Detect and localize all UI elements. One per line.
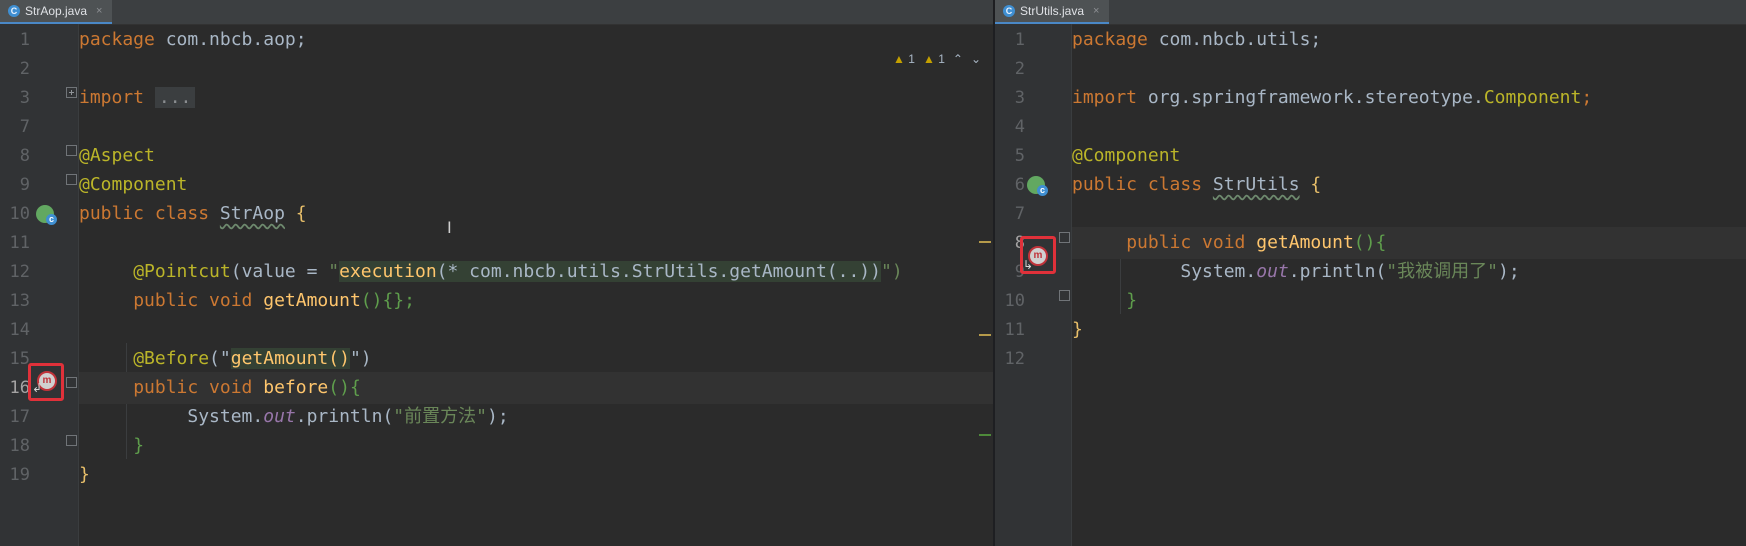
left-editor-pane: C StrAop.java × 1 2 3 7 8 9 10 11 12 13 … bbox=[0, 0, 993, 546]
line-number: 1 bbox=[19, 30, 30, 50]
code-line-current: public void before(){ bbox=[79, 372, 993, 404]
code-line: } bbox=[79, 464, 90, 485]
tab-straop-java[interactable]: C StrAop.java × bbox=[0, 0, 113, 24]
right-tab-bar: C StrUtils.java × bbox=[995, 0, 1746, 25]
line-number: 6 bbox=[1014, 175, 1025, 195]
line-number: 8 bbox=[19, 146, 30, 166]
line-number: 17 bbox=[9, 407, 30, 427]
left-code-editor[interactable]: ▲ 1 ▲ 1 ⌃ ⌄ package com.nbcb.aop; import… bbox=[79, 24, 993, 546]
code-line: System.out.println("我被调用了"); bbox=[1180, 261, 1520, 282]
line-number: 10 bbox=[9, 204, 30, 224]
code-line: System.out.println("前置方法"); bbox=[187, 406, 509, 427]
code-line: @Pointcut(value = "execution(* com.nbcb.… bbox=[133, 261, 903, 282]
code-line: public class StrAop { bbox=[79, 203, 307, 224]
navigate-arrow-icon: ↲ bbox=[32, 381, 43, 395]
fold-icon[interactable] bbox=[66, 377, 77, 388]
line-number: 18 bbox=[9, 436, 30, 456]
line-number: 5 bbox=[1014, 146, 1025, 166]
line-number: 10 bbox=[1004, 291, 1025, 311]
close-tab-icon[interactable]: × bbox=[96, 5, 102, 17]
code-line: } bbox=[1126, 290, 1138, 311]
line-number: 3 bbox=[1014, 88, 1025, 108]
scroll-mark[interactable] bbox=[979, 241, 991, 243]
spring-bean-icon[interactable] bbox=[36, 205, 57, 225]
line-number: 12 bbox=[1004, 349, 1025, 369]
close-tab-icon[interactable]: × bbox=[1093, 5, 1099, 17]
line-number: 19 bbox=[9, 465, 30, 485]
class-file-icon: C bbox=[1003, 5, 1015, 17]
line-number: 14 bbox=[9, 320, 30, 340]
right-gutter: 1 2 3 4 5 6 7 8 9 10 11 12 m ↳ bbox=[995, 24, 1072, 546]
left-tab-bar: C StrAop.java × bbox=[0, 0, 993, 25]
scroll-mark[interactable] bbox=[979, 434, 991, 436]
line-number: 4 bbox=[1014, 117, 1025, 137]
class-file-icon: C bbox=[8, 5, 20, 17]
navigate-arrow-icon: ↳ bbox=[1023, 258, 1034, 272]
line-number: 13 bbox=[9, 291, 30, 311]
code-line-current: public void getAmount(){ bbox=[1072, 227, 1746, 259]
fold-icon[interactable] bbox=[1059, 232, 1070, 243]
folded-imports[interactable]: ... bbox=[154, 87, 196, 108]
right-editor-pane: C StrUtils.java × 1 2 3 4 5 6 7 8 9 10 1… bbox=[995, 0, 1746, 546]
line-number: 11 bbox=[1004, 320, 1025, 340]
line-number: 7 bbox=[1014, 204, 1025, 224]
tab-label: StrAop.java bbox=[25, 4, 88, 18]
code-line: @Before("getAmount()") bbox=[133, 348, 372, 369]
fold-icon[interactable] bbox=[66, 174, 77, 185]
text-cursor-icon: I bbox=[447, 218, 452, 237]
code-line: } bbox=[133, 435, 145, 456]
line-number: 2 bbox=[19, 59, 30, 79]
line-number: 12 bbox=[9, 262, 30, 282]
code-line: } bbox=[1072, 319, 1083, 340]
fold-icon[interactable] bbox=[66, 435, 77, 446]
code-line: public class StrUtils { bbox=[1072, 174, 1322, 195]
code-line: import ... bbox=[79, 82, 993, 114]
line-number: 2 bbox=[1014, 59, 1025, 79]
code-line: @Component bbox=[1072, 145, 1181, 166]
spring-bean-icon[interactable] bbox=[1027, 176, 1048, 196]
code-line: package com.nbcb.aop; bbox=[79, 29, 307, 50]
fold-icon[interactable] bbox=[66, 87, 77, 98]
line-number: 1 bbox=[1014, 30, 1025, 50]
line-number: 3 bbox=[19, 88, 30, 108]
tab-strutils-java[interactable]: C StrUtils.java × bbox=[995, 0, 1110, 24]
fold-icon[interactable] bbox=[1059, 290, 1070, 301]
right-code-editor[interactable]: package com.nbcb.utils; import org.sprin… bbox=[1072, 24, 1746, 546]
tab-label: StrUtils.java bbox=[1020, 4, 1085, 18]
line-number: 7 bbox=[19, 117, 30, 137]
left-gutter: 1 2 3 7 8 9 10 11 12 13 14 15 16 17 18 1… bbox=[0, 24, 79, 546]
code-line: @Component bbox=[79, 174, 188, 195]
code-line: package com.nbcb.utils; bbox=[1072, 29, 1322, 50]
code-line: public void getAmount(){}; bbox=[133, 290, 415, 311]
scroll-mark[interactable] bbox=[979, 334, 991, 336]
line-number: 15 bbox=[9, 349, 30, 369]
fold-icon[interactable] bbox=[66, 145, 77, 156]
line-number: 16 bbox=[9, 378, 30, 398]
code-line: @Aspect bbox=[79, 145, 155, 166]
code-line: import org.springframework.stereotype.Co… bbox=[1072, 87, 1593, 108]
line-number: 11 bbox=[9, 233, 30, 253]
line-number: 9 bbox=[19, 175, 30, 195]
